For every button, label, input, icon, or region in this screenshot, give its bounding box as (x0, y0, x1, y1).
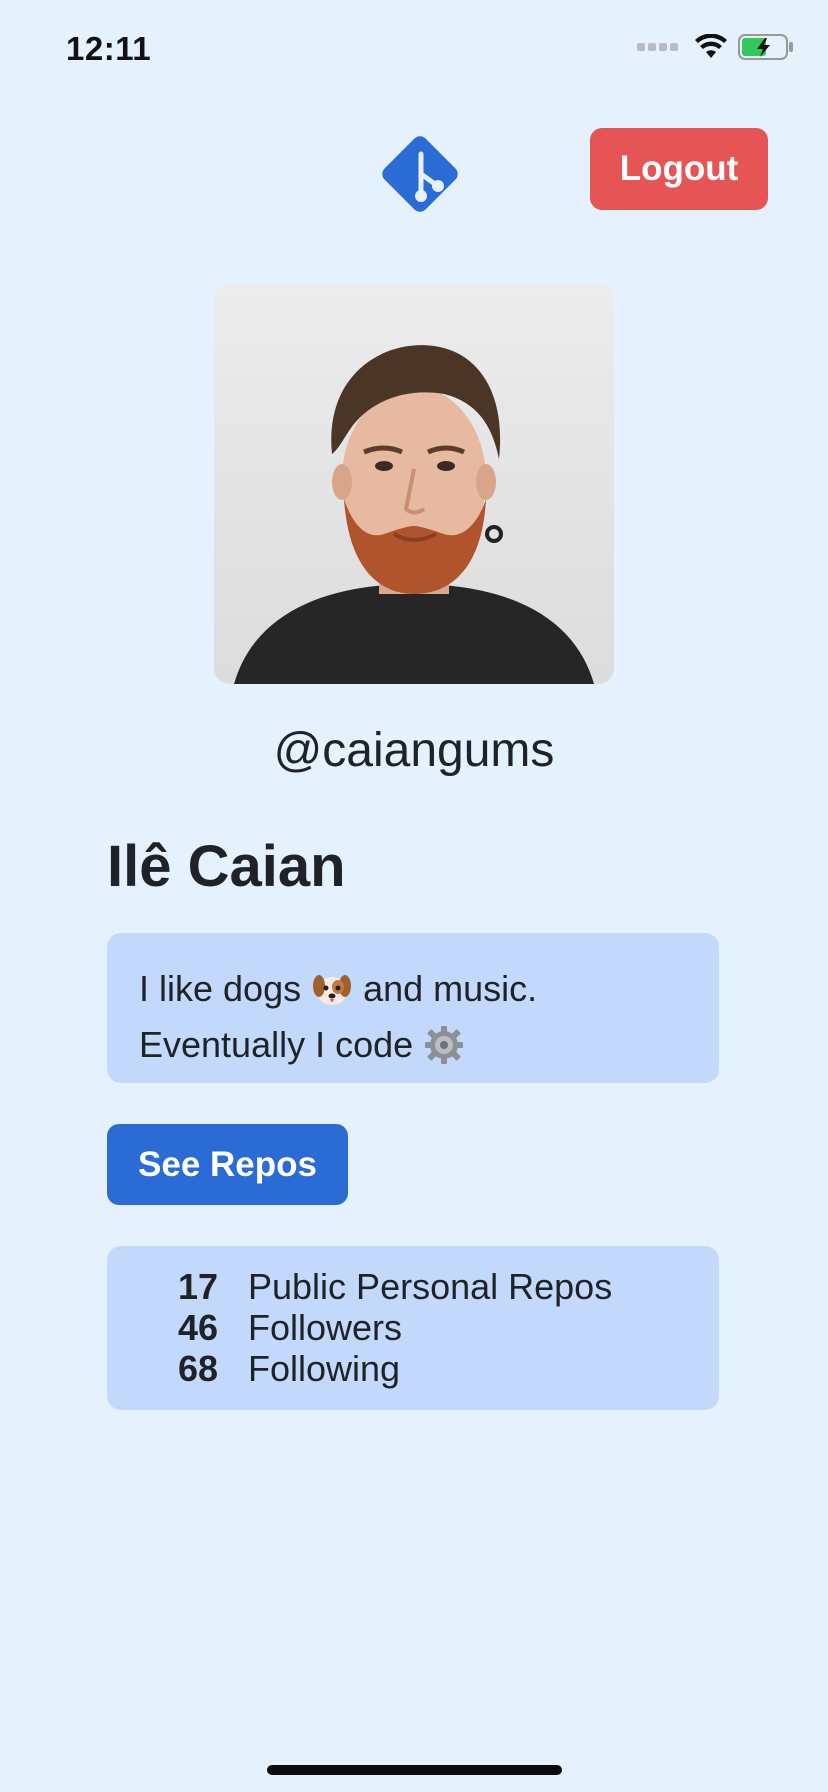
dog-face-icon (311, 968, 353, 1010)
battery-charging-icon (738, 34, 793, 60)
stat-label: Public Personal Repos (248, 1265, 613, 1307)
bio-card: I like dogs and music. Eventually I code (107, 933, 719, 1083)
home-indicator[interactable] (267, 1765, 562, 1775)
app-logo-icon (372, 126, 468, 222)
wifi-icon (695, 34, 727, 58)
stat-row-followers: 46 Followers (107, 1307, 719, 1348)
logout-button[interactable]: Logout (590, 128, 768, 210)
stat-value: 17 (177, 1265, 218, 1307)
stat-label: Following (248, 1347, 401, 1389)
avatar (214, 284, 614, 684)
cellular-signal-icon (637, 43, 678, 51)
stat-row-public-repos: 17 Public Personal Repos (107, 1266, 719, 1307)
username: @caiangums (273, 724, 555, 777)
bio-line-2-text: Eventually I code (139, 1024, 414, 1065)
status-time: 12:11 (66, 30, 152, 67)
status-bar: 12:11 (0, 0, 828, 100)
see-repos-button[interactable]: See Repos (107, 1124, 348, 1205)
stat-label: Followers (248, 1306, 403, 1348)
full-name-heading: Ilê Caian (107, 834, 346, 899)
stat-value: 68 (177, 1347, 218, 1389)
stats-card: 17 Public Personal Repos 46 Followers 68… (107, 1246, 719, 1410)
status-icons (637, 34, 794, 60)
bio-line-1-text: I like dogs (139, 968, 302, 1009)
bio-line-2: Eventually I code (139, 1017, 687, 1073)
gear-icon (423, 1024, 465, 1066)
bio-line-1-after: and music. (363, 968, 538, 1009)
bio-line-1: I like dogs and music. (139, 961, 687, 1017)
stat-row-following: 68 Following (107, 1348, 719, 1389)
stat-value: 46 (177, 1306, 218, 1348)
